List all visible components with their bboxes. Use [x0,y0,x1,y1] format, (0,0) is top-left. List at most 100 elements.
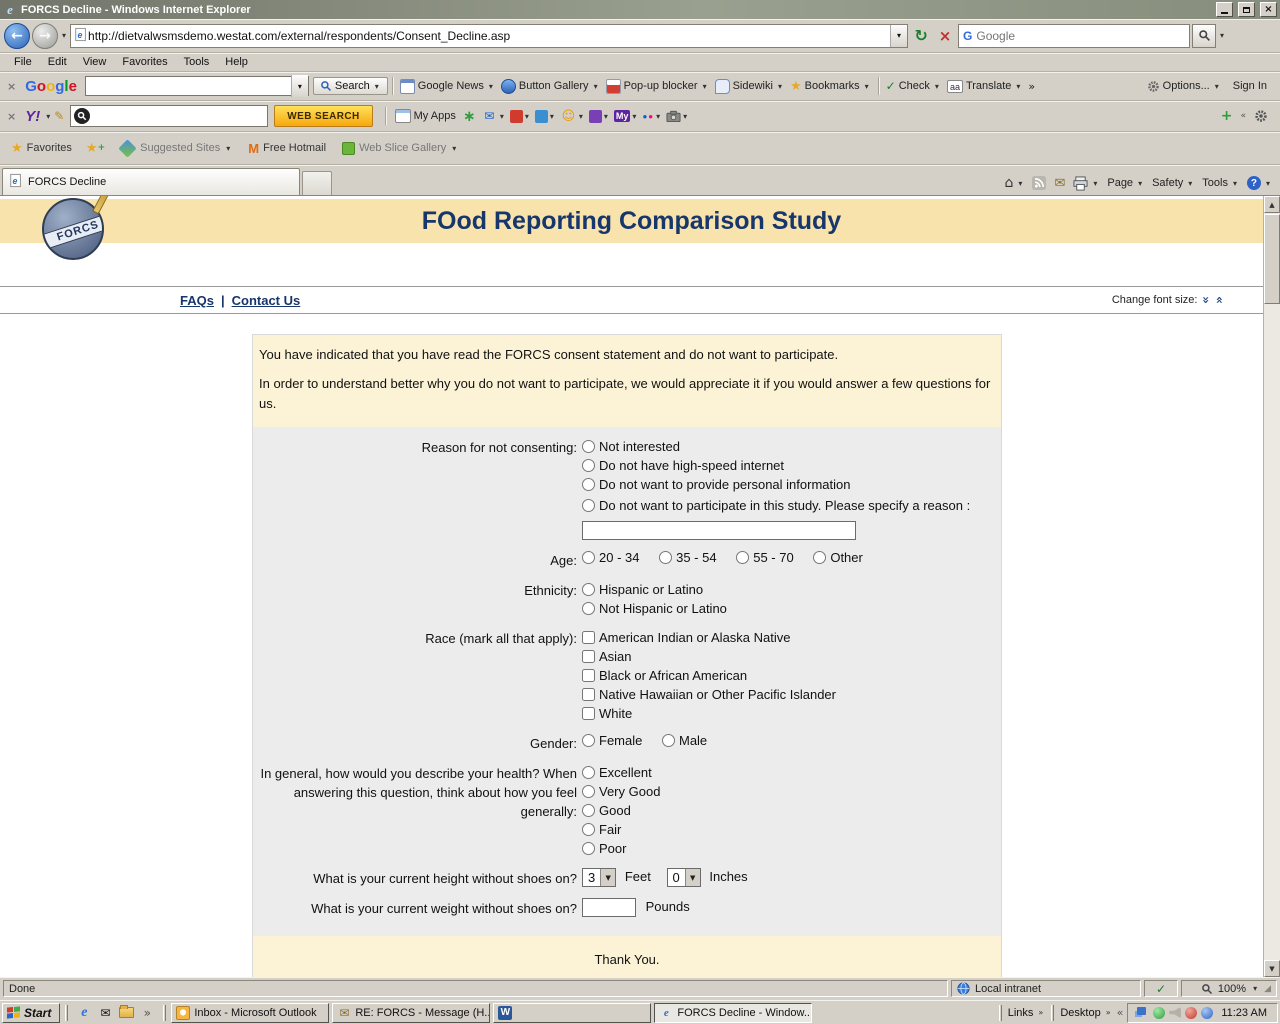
new-tab-button[interactable] [302,171,332,195]
tray-messenger-icon[interactable] [1185,1007,1197,1019]
stop-button[interactable]: × [934,25,956,47]
chevron-down-icon[interactable]: ▼ [600,869,615,886]
read-mail-button[interactable]: ✉ [1054,176,1065,191]
popup-blocker-button[interactable]: Pop-up blocker▾ [603,77,712,96]
ie-quick-launch-icon[interactable]: e [76,1005,92,1021]
health-radio-3[interactable] [582,823,595,836]
menu-help[interactable]: Help [217,54,256,70]
height-inches-select[interactable]: 0▼ [667,868,701,887]
recent-pages-dropdown[interactable]: ▾ [60,31,68,40]
add-app-button[interactable]: + [1221,108,1233,124]
forward-button[interactable]: → [32,23,58,49]
restore-button[interactable] [1238,2,1255,17]
hidden-icons-button[interactable]: « [1117,1006,1124,1019]
race-checkbox-0[interactable] [582,631,595,644]
yahoo-answers-button[interactable]: ▾ [510,110,531,123]
page-menu-button[interactable]: Page▾ [1107,177,1144,189]
tray-network-icon[interactable] [1137,1007,1146,1015]
google-toolbar-close-icon[interactable]: × [2,80,21,93]
tray-update-icon[interactable] [1201,1007,1213,1019]
menu-file[interactable]: File [6,54,40,70]
my-yahoo-button[interactable]: My▾ [614,110,639,122]
quick-launch-overflow-chevron[interactable]: » [139,1005,155,1021]
close-button[interactable]: × [1260,2,1277,17]
zoom-control[interactable]: 100% ▾ ◢ [1181,980,1277,997]
reason-radio-1[interactable] [582,459,595,472]
yahoo-messenger-button[interactable]: ☺▾ [560,108,585,124]
menu-edit[interactable]: Edit [40,54,75,70]
tab-forcs-decline[interactable]: e FORCS Decline [2,168,300,195]
task-button-word[interactable]: W [493,1003,651,1023]
back-button[interactable]: ← [4,23,30,49]
toolbar-grip[interactable] [163,1005,166,1021]
print-button[interactable]: ▾ [1073,176,1099,191]
vertical-scrollbar[interactable]: ▲ ▼ [1263,196,1280,977]
toolbar-overflow-chevron[interactable]: » [1025,78,1038,95]
links-toolbar[interactable]: Links» [1008,1007,1046,1019]
settings-gear-icon[interactable] [1254,109,1268,123]
folder-quick-launch-icon[interactable] [118,1005,134,1021]
add-to-favorites-button[interactable]: ★+ [81,138,110,159]
health-radio-1[interactable] [582,785,595,798]
home-button[interactable]: ⌂▾ [1005,175,1025,191]
scroll-down-button[interactable]: ▼ [1264,960,1280,977]
yahoo-mail-button[interactable]: ✉▾ [481,108,506,124]
spell-check-button[interactable]: ✓Check▾ [883,77,944,95]
sidewiki-button[interactable]: Sidewiki▾ [712,77,787,96]
height-feet-select[interactable]: 3▼ [582,868,616,887]
ethnicity-radio-0[interactable] [582,583,595,596]
translate-button[interactable]: aaTranslate▾ [944,78,1025,95]
health-radio-2[interactable] [582,804,595,817]
health-radio-4[interactable] [582,842,595,855]
toolbar-grip[interactable] [1051,1005,1054,1021]
menu-favorites[interactable]: Favorites [114,54,175,70]
refresh-button[interactable]: ↻ [910,25,932,47]
task-button-outlook[interactable]: Inbox - Microsoft Outlook [171,1003,329,1023]
toolbar-grip[interactable] [999,1005,1002,1021]
start-button[interactable]: Start [2,1003,60,1023]
yahoo-games-button[interactable]: ▾ [589,110,610,123]
menu-view[interactable]: View [75,54,115,70]
health-radio-0[interactable] [582,766,595,779]
mail-quick-launch-icon[interactable]: ✉ [97,1005,113,1021]
tray-antivirus-icon[interactable] [1153,1007,1165,1019]
age-radio-1[interactable] [659,551,672,564]
button-gallery-button[interactable]: Button Gallery▾ [498,77,603,96]
weight-input[interactable] [582,898,636,917]
race-checkbox-3[interactable] [582,688,595,701]
ethnicity-radio-1[interactable] [582,602,595,615]
google-search-dropdown[interactable]: ▾ [291,75,308,97]
yahoo-toolbar-close-icon[interactable]: × [2,110,21,123]
race-checkbox-4[interactable] [582,707,595,720]
age-radio-0[interactable] [582,551,595,564]
race-checkbox-2[interactable] [582,669,595,682]
age-radio-2[interactable] [736,551,749,564]
task-button-forcs-decline[interactable]: eFORCS Decline - Window... [654,1003,812,1023]
yahoo-search-field[interactable] [70,105,268,127]
resize-grip[interactable]: ◢ [1264,984,1271,994]
yahoo-weather-button[interactable]: ▾ [535,110,556,123]
minimize-button[interactable] [1216,2,1233,17]
safety-menu-button[interactable]: Safety▾ [1152,177,1194,189]
faqs-link[interactable]: FAQs [180,293,214,308]
collapse-toolbar-button[interactable]: « [1240,111,1246,121]
toolbar-options-button[interactable]: Options...▾ [1144,78,1224,95]
task-button-message[interactable]: ✉RE: FORCS - Message (H... [332,1003,490,1023]
free-hotmail-button[interactable]: MFree Hotmail [241,138,333,159]
font-decrease-icon[interactable]: » [1201,296,1211,304]
feeds-button[interactable] [1032,176,1046,190]
toolbar-grip[interactable] [65,1005,68,1021]
flickr-button[interactable]: ●●▾ [642,112,662,121]
chevron-down-icon[interactable]: ▼ [685,869,700,886]
photos-button[interactable]: ▾ [666,110,689,122]
bookmarks-button[interactable]: ★Bookmarks▾ [787,77,874,96]
menu-tools[interactable]: Tools [176,54,218,70]
gender-radio-1[interactable] [662,734,675,747]
search-button-dropdown[interactable]: ▾ [373,82,381,91]
pencil-icon[interactable]: ✎ [54,109,64,123]
url-input[interactable] [88,29,890,43]
reason-radio-3[interactable] [582,499,595,512]
reason-radio-2[interactable] [582,478,595,491]
google-search-button[interactable]: Search ▾ [313,77,388,95]
race-checkbox-1[interactable] [582,650,595,663]
